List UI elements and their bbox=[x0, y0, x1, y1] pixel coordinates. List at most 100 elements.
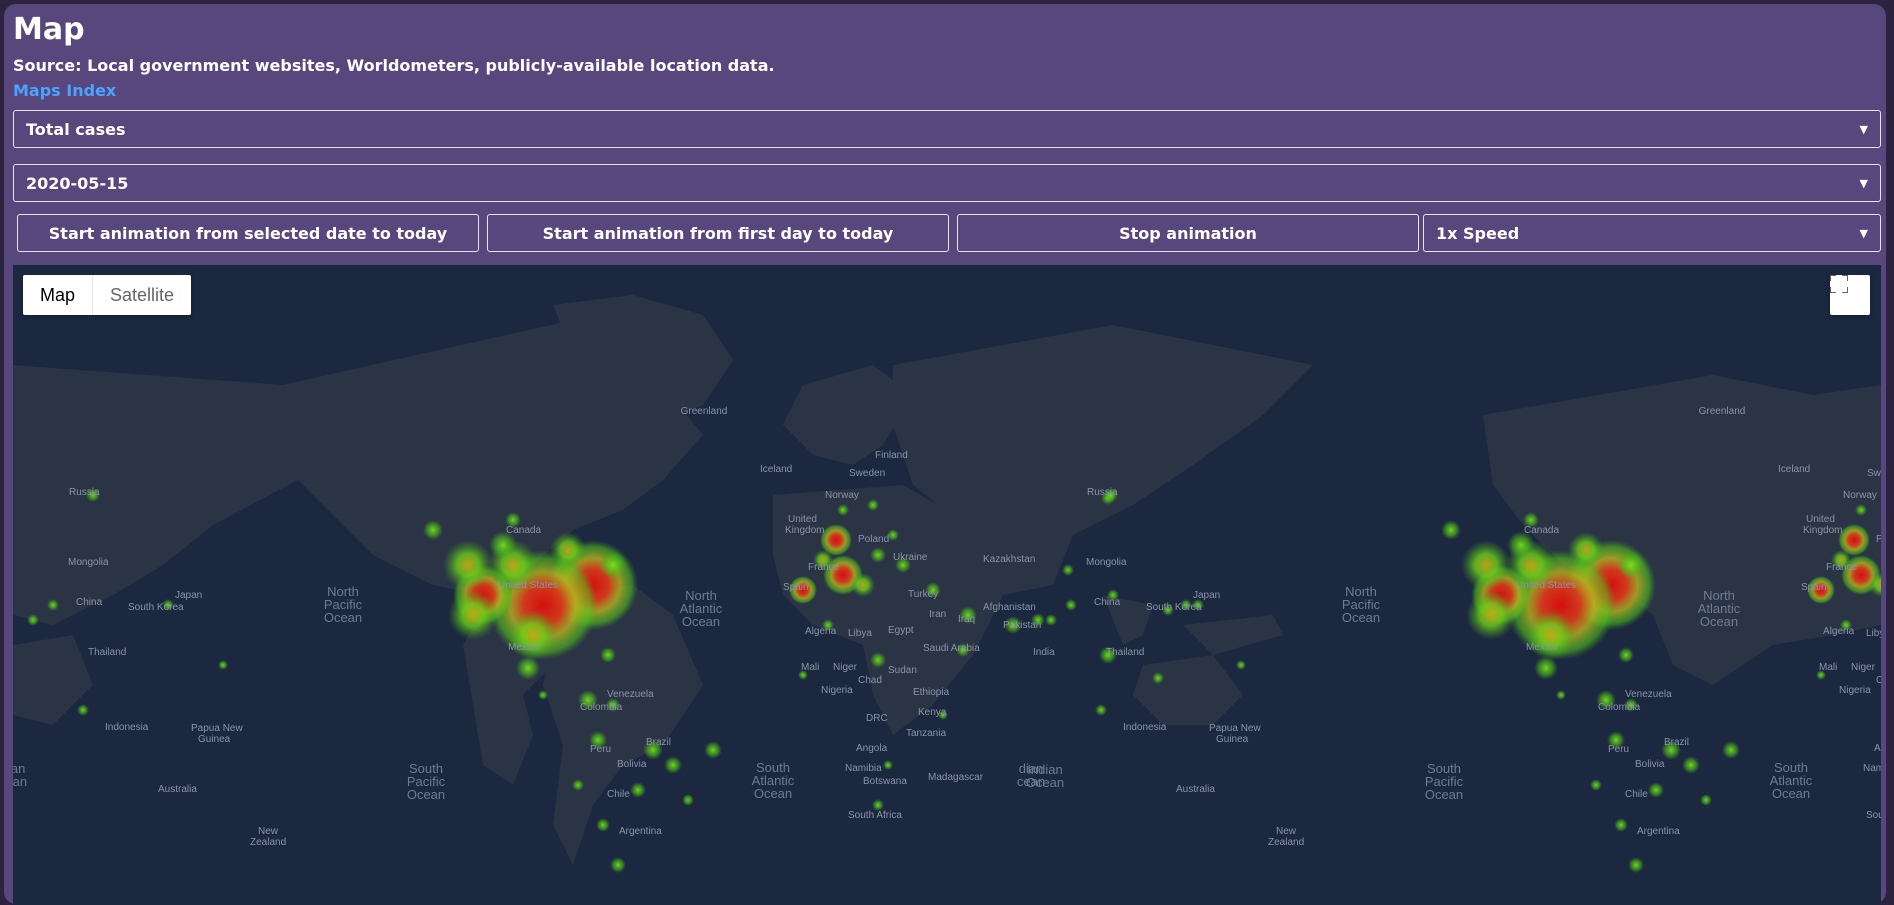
map-label: Iran bbox=[929, 609, 946, 620]
ocean-label: North Atlantic Ocean bbox=[680, 588, 723, 629]
map-label: Brazil bbox=[646, 737, 671, 748]
heat-point bbox=[1461, 540, 1511, 590]
fullscreen-icon bbox=[1830, 275, 1848, 293]
heat-point bbox=[1065, 599, 1077, 611]
map-label: DRC bbox=[866, 713, 888, 724]
heat-point bbox=[550, 532, 586, 568]
heat-point bbox=[1617, 551, 1645, 579]
heat-point bbox=[448, 590, 498, 640]
ocean-label: North Atlantic Ocean bbox=[1698, 588, 1741, 629]
map-type-map-button[interactable]: Map bbox=[23, 275, 92, 315]
map-label: Spain bbox=[1801, 582, 1827, 593]
map-label: South Africa bbox=[1866, 810, 1881, 821]
fullscreen-button[interactable] bbox=[1830, 275, 1870, 315]
map-label: Papua New bbox=[1209, 723, 1261, 734]
heat-point bbox=[1590, 779, 1602, 791]
speed-select[interactable]: 1x Speed ▼ bbox=[1423, 214, 1881, 252]
map-label: Kazakhstan bbox=[983, 554, 1035, 565]
map-label: Namibia bbox=[1863, 763, 1881, 774]
map-label: United bbox=[788, 514, 817, 525]
map-label: France bbox=[808, 562, 840, 573]
map-label: Chad bbox=[858, 675, 882, 686]
map-label: Thailand bbox=[88, 647, 126, 658]
heat-point bbox=[1855, 504, 1867, 516]
map-label: Australia bbox=[1176, 784, 1215, 795]
date-select-value: 2020-05-15 bbox=[26, 173, 129, 193]
maps-index-link[interactable]: Maps Index bbox=[13, 81, 116, 100]
map-label: Sweden bbox=[849, 468, 885, 479]
heat-point bbox=[1045, 614, 1057, 626]
map-label: United States bbox=[1516, 580, 1576, 591]
metric-select-value: Total cases bbox=[26, 119, 126, 139]
source-text: Source: Local government websites, World… bbox=[13, 56, 775, 75]
map-label: Canada bbox=[506, 525, 541, 536]
map-label: Bolivia bbox=[1635, 759, 1665, 770]
map-label: Brazil bbox=[1664, 737, 1689, 748]
land-shape bbox=[1133, 655, 1243, 725]
map-label: Australia bbox=[158, 784, 197, 795]
speed-select-value: 1x Speed bbox=[1436, 223, 1520, 243]
heat-point bbox=[443, 540, 493, 590]
map-label: Nigeria bbox=[1839, 685, 1871, 696]
heat-point bbox=[870, 652, 886, 668]
map-label: Egypt bbox=[888, 625, 914, 636]
ocean-label: North Pacific Ocean bbox=[1342, 584, 1381, 625]
map-label: Angola bbox=[856, 743, 888, 754]
heat-point bbox=[704, 741, 722, 759]
map-label: Madagascar bbox=[928, 772, 984, 783]
map-type-satellite-button[interactable]: Satellite bbox=[92, 275, 191, 315]
map-label: New bbox=[1276, 826, 1297, 837]
map-label: Angola bbox=[1874, 743, 1881, 754]
map-label: Ethiopia bbox=[913, 687, 950, 698]
map-label: Sweden bbox=[1867, 468, 1881, 479]
map-label: Algeria bbox=[1823, 626, 1855, 637]
map-label: Zealand bbox=[250, 837, 286, 848]
map-label: Mexico bbox=[508, 642, 540, 653]
map-label: Mali bbox=[801, 662, 819, 673]
heat-point bbox=[1152, 672, 1164, 684]
heat-point bbox=[1062, 564, 1074, 576]
map-label: Ukraine bbox=[893, 552, 928, 563]
map-label: Nigeria bbox=[821, 685, 853, 696]
map-label: Saudi Arabia bbox=[923, 643, 980, 654]
heat-point bbox=[572, 779, 584, 791]
map-label: Kingdom bbox=[785, 525, 824, 536]
map-label: Poland bbox=[1876, 534, 1881, 545]
start-from-first-button[interactable]: Start animation from first day to today bbox=[487, 214, 949, 252]
map-label: Pakistan bbox=[1003, 620, 1041, 631]
heat-point bbox=[516, 656, 540, 680]
map-label: Mongolia bbox=[1086, 557, 1127, 568]
heat-point bbox=[1700, 794, 1712, 806]
map-label: Chile bbox=[607, 789, 630, 800]
metric-select[interactable]: Total cases ▼ bbox=[13, 110, 1881, 148]
stop-animation-button[interactable]: Stop animation bbox=[957, 214, 1419, 252]
heat-point bbox=[837, 504, 849, 516]
map-label: Tanzania bbox=[906, 728, 946, 739]
heat-point bbox=[538, 690, 548, 700]
heat-point bbox=[77, 704, 89, 716]
map-label: Norway bbox=[1843, 490, 1877, 501]
start-from-selected-button[interactable]: Start animation from selected date to to… bbox=[17, 214, 479, 252]
heat-point bbox=[1534, 656, 1558, 680]
heat-point bbox=[1682, 756, 1700, 774]
map-label: Niger bbox=[833, 662, 858, 673]
map-label: Kingdom bbox=[1803, 525, 1842, 536]
date-select[interactable]: 2020-05-15 ▼ bbox=[13, 164, 1881, 202]
map-canvas[interactable]: North Pacific Ocean North Pacific Ocean North A… bbox=[13, 265, 1881, 905]
heat-point bbox=[1568, 532, 1604, 568]
heat-point bbox=[599, 551, 627, 579]
heat-point bbox=[423, 520, 443, 540]
map-label: Kenya bbox=[918, 707, 947, 718]
heat-point bbox=[1236, 660, 1246, 670]
heat-point bbox=[851, 573, 875, 597]
map-label: China bbox=[1094, 597, 1121, 608]
map-label: South Africa bbox=[848, 810, 902, 821]
land-shape bbox=[1183, 615, 1283, 655]
map-label: Chad bbox=[1876, 675, 1881, 686]
map-label: South Korea bbox=[128, 602, 184, 613]
land-shape bbox=[13, 365, 298, 625]
map-label: Norway bbox=[825, 490, 859, 501]
heat-point bbox=[1618, 647, 1634, 663]
map-label: Argentina bbox=[1637, 826, 1680, 837]
map-label: Indonesia bbox=[1123, 722, 1167, 733]
